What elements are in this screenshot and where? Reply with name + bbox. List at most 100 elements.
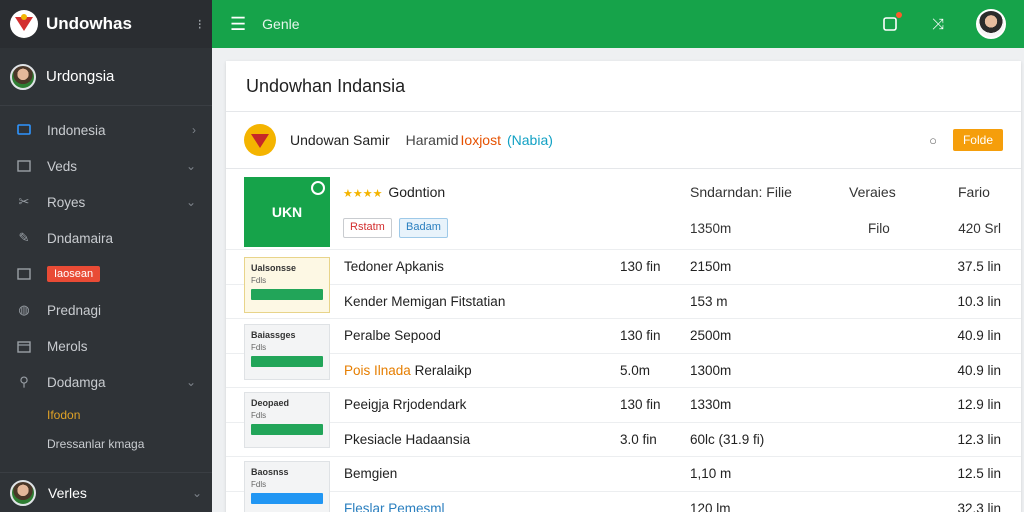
sidebar-subitem-ifodon[interactable]: Ifodon [0,400,212,429]
collapse-icon[interactable]: ⁝ [198,16,202,33]
rating-stars: ★★★★ [343,188,383,200]
avatar [10,63,36,90]
chevron-down-icon: ⌄ [185,159,196,173]
app-logo [10,10,38,38]
window-icon [16,158,32,174]
main-panel: Undowhan Indansia Undowan Samir Haramid … [226,61,1021,512]
sidebar-item-prednagi[interactable]: ◍ Prednagi [0,292,212,328]
camera-icon [311,181,325,195]
card-title: Ualsonsse [251,263,297,273]
table-row[interactable]: Peeigja Rrjodendark 130 fin 1330m 12.9 l… [226,388,1021,423]
brand-category: Haramid [405,132,459,148]
card-button[interactable] [251,424,323,435]
featured-row[interactable]: UKN ★★★★ Godntion Rstatm Badam Sndarndan… [226,169,1021,250]
user-avatar[interactable] [976,9,1006,39]
featured-title: Godntion [388,184,446,200]
card-button[interactable] [251,356,323,367]
sidebar-item-dodamga[interactable]: ⚲ Dodamga ⌄ [0,364,212,400]
tools-icon: ✂ [18,194,30,209]
sidebar-item-label: Veds [47,158,78,174]
sidebar-item-royes[interactable]: ✂ Royes ⌄ [0,184,212,220]
card-title: Baiassges [251,330,296,340]
card-button[interactable] [251,289,323,300]
chevron-down-icon: ⌄ [191,485,202,500]
row-name: Peeigja Rrjodendark [344,397,467,412]
image-icon [16,266,32,282]
table-row[interactable]: Peralbe Sepood 130 fin 2500m 40.9 lin [226,319,1021,354]
column-header[interactable]: Fario [958,184,990,200]
folder-button[interactable]: Folde [952,129,1003,151]
card-subtitle: Fdls [251,276,267,285]
calendar-icon [16,338,32,354]
sidebar-item-badge: Iaosean [47,266,101,282]
sidebar-item-veds[interactable]: Veds ⌄ [0,148,212,184]
card-subtitle: Fdls [251,411,267,420]
card-title: Deopaed [251,398,290,408]
shuffle-icon[interactable]: ⤨ [928,14,948,34]
table-cell: 153 m [690,293,728,309]
table-cell: Filo [868,221,890,236]
table-row[interactable]: Fleslar Pemesml 120 lm 32.3 lin [226,492,1021,512]
brand-row: Undowan Samir Haramid Ioxjost (Nabia) ○ … [226,112,1021,169]
app-title: Undowhas [46,14,132,33]
data-table: UKN ★★★★ Godntion Rstatm Badam Sndarndan… [226,169,1021,512]
sidebar-item-dndamaira[interactable]: ✎ Dndamaira [0,220,212,256]
brand-logo [244,124,276,156]
search-icon[interactable]: ○ [929,133,937,148]
notification-icon[interactable] [880,12,902,34]
table-cell: 32.3 lin [957,500,1001,512]
chevron-down-icon: ⌄ [185,375,196,389]
brand-link[interactable]: (Nabia) [507,132,553,148]
table-cell: 60lc (31.9 fi) [690,431,765,447]
sidebar-footer[interactable]: Verles ⌄ [0,472,212,512]
table-cell: 2150m [690,259,732,274]
notification-dot [896,12,902,18]
brand-tag[interactable]: Ioxjost [461,132,501,148]
table-cell: 1300m [690,362,732,378]
card-button[interactable] [251,493,323,504]
table-row[interactable]: Pois Ilnada Reralaikp 5.0m 1300m 40.9 li… [226,354,1021,388]
table-cell: 12.3 lin [957,431,1001,447]
row-name: Peralbe Sepood [344,328,441,343]
table-cell: 130 fin [620,328,661,343]
table-row[interactable]: Pkesiacle Hadaansia 3.0 fin 60lc (31.9 f… [226,423,1021,457]
table-cell: 10.3 lin [957,293,1001,309]
sidebar-footer-label: Verles [48,484,87,501]
table-cell: 12.9 lin [957,397,1001,412]
table-row[interactable]: Tedoner Apkanis 130 fin 2150m 37.5 lin [226,250,1021,285]
product-card[interactable]: Ualsonsse Fdls [244,257,330,313]
avatar [10,479,36,506]
table-cell: 2500m [690,328,732,343]
table-cell: 40.9 lin [957,328,1001,343]
sidebar-item-merols[interactable]: Merols [0,328,212,364]
sidebar-item-label: Dndamaira [47,230,114,246]
table-cell: 3.0 fin [620,431,657,447]
column-header[interactable]: Veraies [849,184,896,200]
product-card[interactable]: Deopaed Fdls [244,392,330,448]
sidebar-user[interactable]: Urdongsia [0,48,212,106]
product-card[interactable]: Baiassges Fdls [244,324,330,380]
table-cell: 12.5 lin [957,466,1001,481]
menu-icon[interactable]: ☰ [230,14,246,35]
sidebar: Undowhas ⁝ Urdongsia Indonesia › Veds ⌄ … [0,0,212,512]
globe-icon: ◍ [18,302,30,317]
table-cell: 120 lm [690,500,731,512]
row-name-part: Reralaikp [414,362,472,378]
table-row[interactable]: Kender Memigan Fitstatian 153 m 10.3 lin [226,285,1021,319]
product-card[interactable]: Baosnss Fdls [244,461,330,512]
tag-chip[interactable]: Rstatm [343,218,392,238]
tag-chip[interactable]: Badam [399,218,448,238]
table-cell: 130 fin [620,259,661,274]
sidebar-item-iaosean[interactable]: Iaosean [0,256,212,292]
sidebar-subitem-dressanlar[interactable]: Dressanlar kmaga [0,429,212,458]
card-title: Baosnss [251,467,289,477]
row-name: Fleslar Pemesml [344,500,445,512]
column-header[interactable]: Sndarndan: Filie [690,184,792,200]
brand-name: Undowan Samir [290,132,390,148]
table-row[interactable]: Bemgien 1,10 m 12.5 lin [226,457,1021,492]
table-cell: 1330m [690,397,732,412]
row-name: Tedoner Apkanis [344,259,444,274]
sidebar-item-indonesia[interactable]: Indonesia › [0,112,212,148]
row-name: Bemgien [344,466,398,481]
row-name: Pois Ilnada Reralaikp [344,363,472,378]
